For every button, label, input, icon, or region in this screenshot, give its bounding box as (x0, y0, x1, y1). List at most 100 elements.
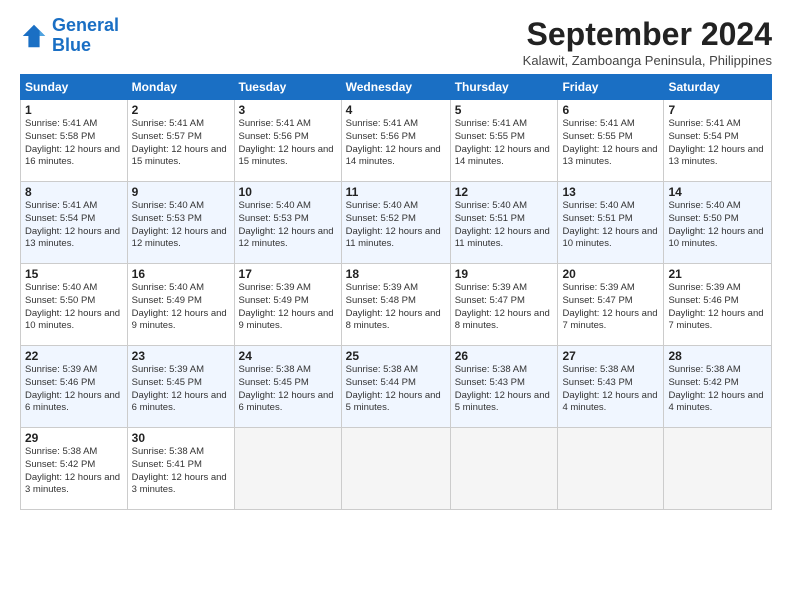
table-row: 6 Sunrise: 5:41 AM Sunset: 5:55 PM Dayli… (558, 100, 664, 182)
sunset-text: Sunset: 5:43 PM (455, 377, 554, 390)
day-number: 20 (562, 267, 659, 281)
sunset-text: Sunset: 5:45 PM (132, 377, 230, 390)
day-info: Sunrise: 5:38 AM Sunset: 5:43 PM Dayligh… (455, 364, 554, 415)
table-row: 1 Sunrise: 5:41 AM Sunset: 5:58 PM Dayli… (21, 100, 128, 182)
daylight-text: Daylight: 12 hours and 10 minutes. (25, 308, 123, 334)
daylight-text: Daylight: 12 hours and 13 minutes. (562, 144, 659, 170)
day-number: 18 (346, 267, 446, 281)
daylight-text: Daylight: 12 hours and 11 minutes. (346, 226, 446, 252)
calendar-week-2: 8 Sunrise: 5:41 AM Sunset: 5:54 PM Dayli… (21, 182, 772, 264)
sunset-text: Sunset: 5:47 PM (562, 295, 659, 308)
logo-icon (20, 22, 48, 50)
calendar-week-1: 1 Sunrise: 5:41 AM Sunset: 5:58 PM Dayli… (21, 100, 772, 182)
sunrise-text: Sunrise: 5:38 AM (562, 364, 659, 377)
sunrise-text: Sunrise: 5:41 AM (562, 118, 659, 131)
day-number: 25 (346, 349, 446, 363)
day-info: Sunrise: 5:39 AM Sunset: 5:49 PM Dayligh… (239, 282, 337, 333)
sunset-text: Sunset: 5:49 PM (239, 295, 337, 308)
daylight-text: Daylight: 12 hours and 5 minutes. (346, 390, 446, 416)
subtitle: Kalawit, Zamboanga Peninsula, Philippine… (523, 53, 772, 68)
sunrise-text: Sunrise: 5:41 AM (25, 200, 123, 213)
sunrise-text: Sunrise: 5:40 AM (239, 200, 337, 213)
day-info: Sunrise: 5:41 AM Sunset: 5:54 PM Dayligh… (25, 200, 123, 251)
table-row (341, 428, 450, 510)
sunrise-text: Sunrise: 5:38 AM (455, 364, 554, 377)
day-number: 6 (562, 103, 659, 117)
daylight-text: Daylight: 12 hours and 13 minutes. (25, 226, 123, 252)
table-row: 10 Sunrise: 5:40 AM Sunset: 5:53 PM Dayl… (234, 182, 341, 264)
table-row: 18 Sunrise: 5:39 AM Sunset: 5:48 PM Dayl… (341, 264, 450, 346)
table-row: 21 Sunrise: 5:39 AM Sunset: 5:46 PM Dayl… (664, 264, 772, 346)
table-row: 26 Sunrise: 5:38 AM Sunset: 5:43 PM Dayl… (450, 346, 558, 428)
day-info: Sunrise: 5:41 AM Sunset: 5:54 PM Dayligh… (668, 118, 767, 169)
daylight-text: Daylight: 12 hours and 6 minutes. (25, 390, 123, 416)
sunrise-text: Sunrise: 5:38 AM (346, 364, 446, 377)
calendar-week-3: 15 Sunrise: 5:40 AM Sunset: 5:50 PM Dayl… (21, 264, 772, 346)
sunrise-text: Sunrise: 5:40 AM (132, 282, 230, 295)
sunset-text: Sunset: 5:53 PM (132, 213, 230, 226)
sunrise-text: Sunrise: 5:40 AM (562, 200, 659, 213)
daylight-text: Daylight: 12 hours and 14 minutes. (455, 144, 554, 170)
daylight-text: Daylight: 12 hours and 8 minutes. (346, 308, 446, 334)
sunrise-text: Sunrise: 5:40 AM (346, 200, 446, 213)
table-row: 27 Sunrise: 5:38 AM Sunset: 5:43 PM Dayl… (558, 346, 664, 428)
table-row: 13 Sunrise: 5:40 AM Sunset: 5:51 PM Dayl… (558, 182, 664, 264)
sunrise-text: Sunrise: 5:40 AM (25, 282, 123, 295)
sunset-text: Sunset: 5:58 PM (25, 131, 123, 144)
sunset-text: Sunset: 5:47 PM (455, 295, 554, 308)
day-info: Sunrise: 5:40 AM Sunset: 5:49 PM Dayligh… (132, 282, 230, 333)
sunrise-text: Sunrise: 5:39 AM (346, 282, 446, 295)
month-title: September 2024 (523, 16, 772, 53)
daylight-text: Daylight: 12 hours and 13 minutes. (668, 144, 767, 170)
sunrise-text: Sunrise: 5:39 AM (562, 282, 659, 295)
day-number: 21 (668, 267, 767, 281)
sunset-text: Sunset: 5:44 PM (346, 377, 446, 390)
daylight-text: Daylight: 12 hours and 9 minutes. (239, 308, 337, 334)
sunrise-text: Sunrise: 5:39 AM (239, 282, 337, 295)
sunrise-text: Sunrise: 5:41 AM (668, 118, 767, 131)
calendar: Sunday Monday Tuesday Wednesday Thursday… (20, 74, 772, 510)
day-info: Sunrise: 5:41 AM Sunset: 5:55 PM Dayligh… (455, 118, 554, 169)
daylight-text: Daylight: 12 hours and 6 minutes. (132, 390, 230, 416)
day-info: Sunrise: 5:38 AM Sunset: 5:41 PM Dayligh… (132, 446, 230, 497)
day-number: 10 (239, 185, 337, 199)
daylight-text: Daylight: 12 hours and 4 minutes. (668, 390, 767, 416)
sunrise-text: Sunrise: 5:38 AM (239, 364, 337, 377)
day-number: 12 (455, 185, 554, 199)
logo-text: General Blue (52, 16, 119, 56)
header-thursday: Thursday (450, 75, 558, 100)
table-row (234, 428, 341, 510)
title-area: September 2024 Kalawit, Zamboanga Penins… (523, 16, 772, 68)
day-number: 24 (239, 349, 337, 363)
day-number: 15 (25, 267, 123, 281)
sunset-text: Sunset: 5:42 PM (25, 459, 123, 472)
daylight-text: Daylight: 12 hours and 12 minutes. (239, 226, 337, 252)
table-row: 20 Sunrise: 5:39 AM Sunset: 5:47 PM Dayl… (558, 264, 664, 346)
table-row (450, 428, 558, 510)
day-number: 3 (239, 103, 337, 117)
table-row: 28 Sunrise: 5:38 AM Sunset: 5:42 PM Dayl… (664, 346, 772, 428)
day-number: 1 (25, 103, 123, 117)
day-info: Sunrise: 5:41 AM Sunset: 5:55 PM Dayligh… (562, 118, 659, 169)
sunset-text: Sunset: 5:54 PM (668, 131, 767, 144)
day-info: Sunrise: 5:38 AM Sunset: 5:43 PM Dayligh… (562, 364, 659, 415)
day-number: 14 (668, 185, 767, 199)
table-row: 12 Sunrise: 5:40 AM Sunset: 5:51 PM Dayl… (450, 182, 558, 264)
daylight-text: Daylight: 12 hours and 15 minutes. (132, 144, 230, 170)
day-number: 4 (346, 103, 446, 117)
day-number: 13 (562, 185, 659, 199)
header-wednesday: Wednesday (341, 75, 450, 100)
day-number: 30 (132, 431, 230, 445)
daylight-text: Daylight: 12 hours and 8 minutes. (455, 308, 554, 334)
daylight-text: Daylight: 12 hours and 11 minutes. (455, 226, 554, 252)
sunset-text: Sunset: 5:46 PM (25, 377, 123, 390)
sunset-text: Sunset: 5:43 PM (562, 377, 659, 390)
sunset-text: Sunset: 5:42 PM (668, 377, 767, 390)
table-row (664, 428, 772, 510)
sunrise-text: Sunrise: 5:38 AM (132, 446, 230, 459)
sunset-text: Sunset: 5:57 PM (132, 131, 230, 144)
table-row (558, 428, 664, 510)
sunrise-text: Sunrise: 5:41 AM (25, 118, 123, 131)
table-row: 29 Sunrise: 5:38 AM Sunset: 5:42 PM Dayl… (21, 428, 128, 510)
calendar-week-5: 29 Sunrise: 5:38 AM Sunset: 5:42 PM Dayl… (21, 428, 772, 510)
